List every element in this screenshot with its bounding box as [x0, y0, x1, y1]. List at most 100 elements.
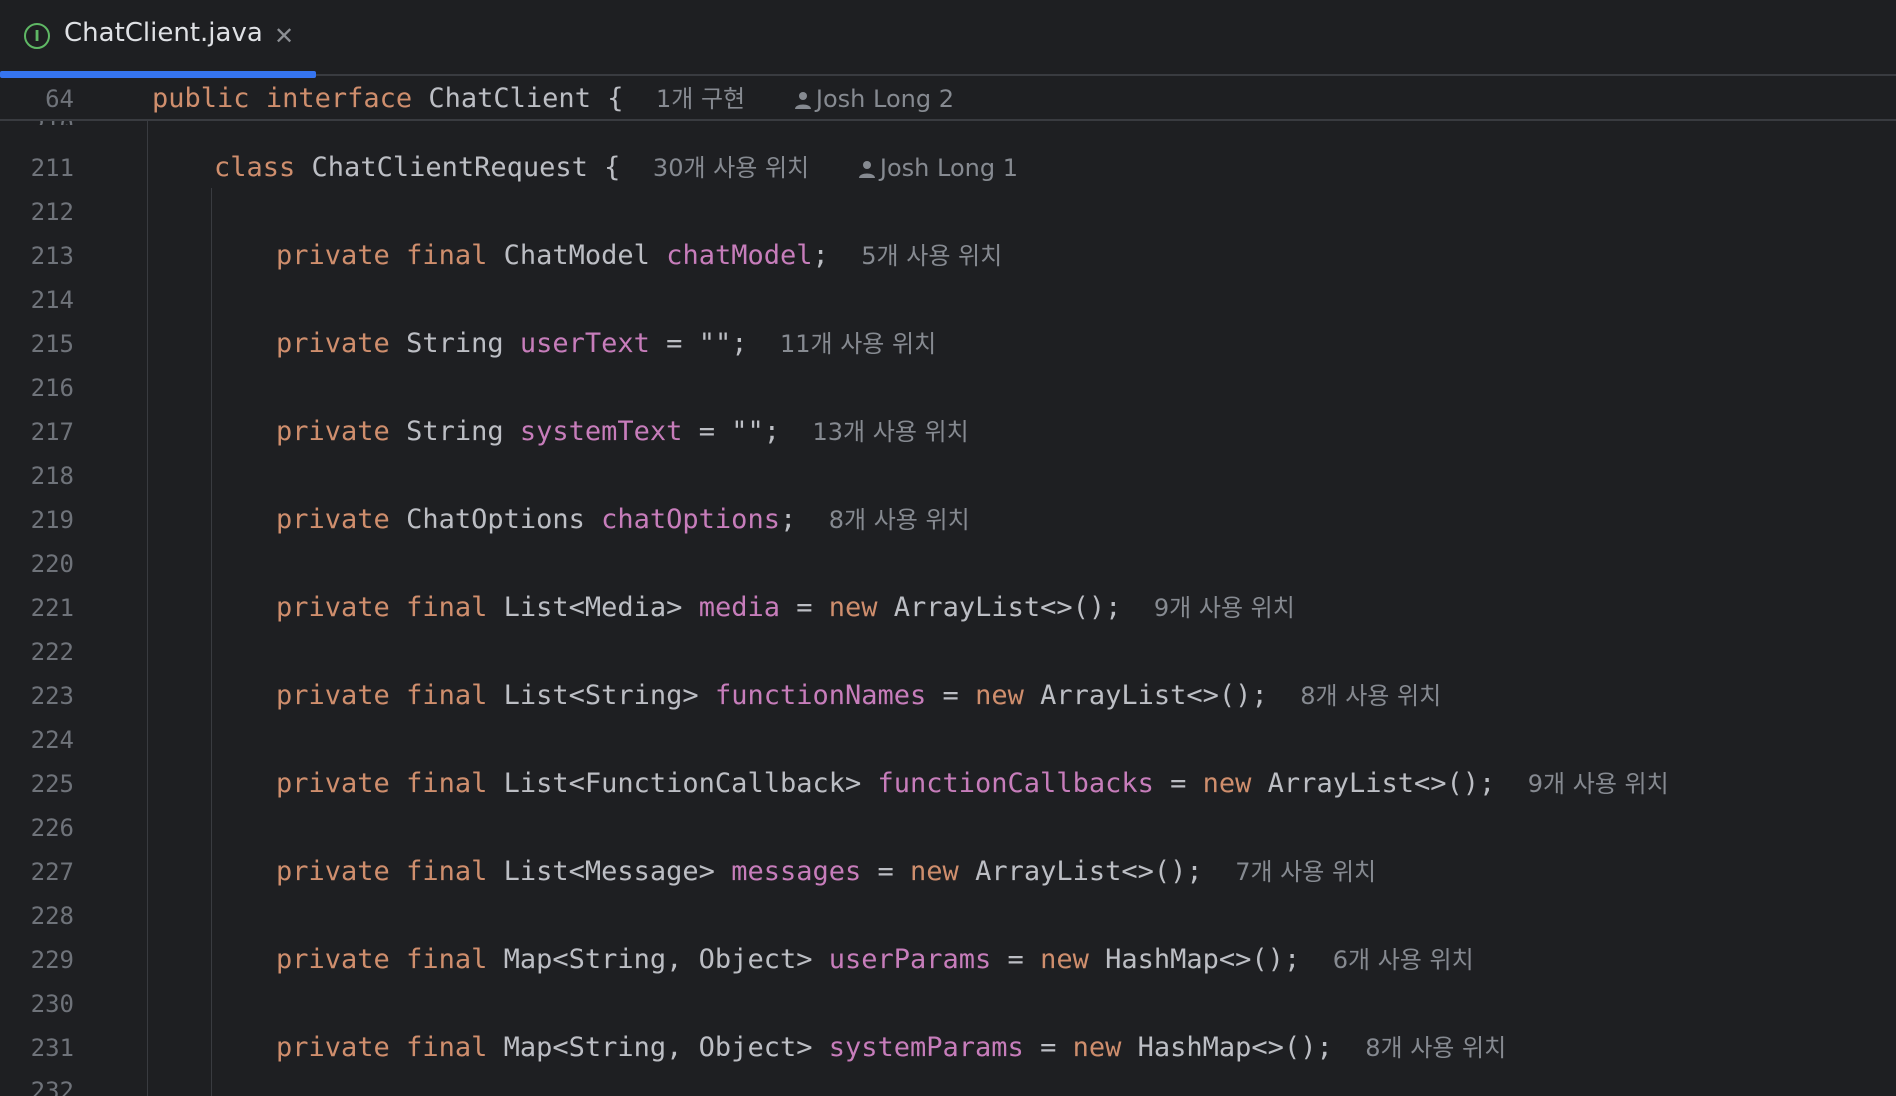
- keyword: new: [1072, 1032, 1122, 1063]
- modifier-keyword: final: [406, 768, 488, 799]
- keyword: class: [214, 152, 296, 183]
- usages-hint[interactable]: 6개 사용 위치: [1333, 946, 1474, 974]
- field-type: ChatOptions: [406, 504, 585, 535]
- semicolon: ;: [1251, 680, 1268, 711]
- line-number: 223: [30, 682, 74, 710]
- modifier-keyword: final: [406, 856, 488, 887]
- line-number: 215: [30, 330, 74, 358]
- modifier-keyword: final: [406, 240, 488, 271]
- semicolon: ;: [779, 504, 797, 535]
- semicolon: ;: [1105, 592, 1122, 623]
- field-type: Map<String, Object>: [503, 1032, 813, 1063]
- keyword: new: [1040, 944, 1089, 975]
- semicolon: ;: [1479, 768, 1496, 799]
- line-number: 229: [30, 946, 74, 974]
- line-number: 216: [30, 374, 74, 402]
- semicolon: ;: [1186, 856, 1203, 887]
- modifier-keyword: final: [406, 1032, 488, 1063]
- line-number: 231: [30, 1034, 74, 1062]
- modifier-keyword: private: [276, 768, 390, 799]
- editor-tab-bar: I ChatClient.java ✕: [0, 0, 1896, 78]
- usages-hint[interactable]: 9개 사용 위치: [1154, 594, 1295, 622]
- line-number: 224: [30, 726, 74, 754]
- field-declaration: private final Map<String, Object> userPa…: [276, 944, 1474, 975]
- line-number: 217: [30, 418, 74, 446]
- tab-chatclient-java[interactable]: I ChatClient.java ✕: [0, 0, 316, 78]
- initializer: ArrayList<>(): [893, 592, 1106, 623]
- field-name: userText: [519, 328, 650, 359]
- author-name: Josh Long 1: [879, 154, 1018, 182]
- line-number: 227: [30, 858, 74, 886]
- field-name: functionNames: [714, 680, 927, 711]
- modifier-keyword: private: [276, 592, 390, 623]
- interface-icon: I: [24, 23, 50, 49]
- line-number: 230: [30, 990, 74, 1018]
- field-declaration: private final Map<String, Object> system…: [276, 1032, 1507, 1063]
- field-declaration: private String userText = ""; 11개 사용 위치: [276, 329, 936, 359]
- field-type: List<FunctionCallback>: [503, 768, 862, 799]
- usages-hint[interactable]: 8개 사용 위치: [1300, 682, 1441, 710]
- line-number: 214: [30, 286, 74, 314]
- type-name: ChatClientRequest {: [311, 152, 621, 183]
- usages-hint[interactable]: 5개 사용 위치: [861, 242, 1002, 270]
- field-type: String: [406, 416, 504, 447]
- line-number: 213: [30, 242, 74, 270]
- field-type: String: [406, 328, 504, 359]
- semicolon: ;: [763, 416, 780, 447]
- modifier-keyword: private: [276, 328, 390, 359]
- initializer: = "": [649, 328, 732, 359]
- usages-hint[interactable]: 30개 사용 위치: [653, 154, 809, 182]
- field-type: List<Message>: [503, 856, 715, 887]
- sticky-scope-header[interactable]: 64 public interface ChatClient { 1개 구현 J…: [0, 78, 1896, 121]
- indent-guide: [147, 121, 148, 1096]
- usages-hint[interactable]: 7개 사용 위치: [1235, 858, 1376, 886]
- close-icon[interactable]: ✕: [272, 22, 296, 50]
- field-name: chatOptions: [601, 504, 780, 535]
- modifier-keyword: private: [276, 1032, 390, 1063]
- keyword: new: [910, 856, 959, 887]
- modifier-keyword: final: [406, 680, 488, 711]
- semicolon: ;: [812, 240, 829, 271]
- field-declaration: private String systemText = ""; 13개 사용 위…: [276, 417, 969, 447]
- field-declaration: private final List<Message> messages = n…: [276, 856, 1377, 887]
- modifier-keyword: private: [276, 504, 390, 535]
- indent-guide: [211, 188, 212, 1096]
- field-name: systemParams: [828, 1032, 1024, 1063]
- usages-hint[interactable]: 8개 사용 위치: [1365, 1034, 1506, 1062]
- keyword: new: [975, 680, 1024, 711]
- field-name: userParams: [828, 944, 992, 975]
- active-tab-indicator: [0, 71, 316, 78]
- line-number: 220: [30, 550, 74, 578]
- modifier-keyword: private: [276, 856, 390, 887]
- semicolon: ;: [731, 328, 748, 359]
- line-number: 219: [30, 506, 74, 534]
- usages-hint[interactable]: 13개 사용 위치: [813, 418, 969, 446]
- field-declaration: private final ChatModel chatModel; 5개 사용…: [276, 241, 1002, 271]
- line-number: 226: [30, 814, 74, 842]
- initializer: HashMap<>(): [1137, 1032, 1317, 1063]
- line-number: 232: [30, 1077, 74, 1096]
- line-number: 218: [30, 462, 74, 490]
- usages-hint[interactable]: 8개 사용 위치: [829, 506, 970, 534]
- line-number: 64: [45, 85, 74, 113]
- field-declaration: private final List<String> functionNames…: [276, 680, 1442, 711]
- field-name: systemText: [519, 416, 683, 447]
- keyword: interface: [265, 83, 413, 114]
- semicolon: ;: [1283, 944, 1301, 975]
- tab-title: ChatClient.java: [64, 18, 263, 48]
- author-hint[interactable]: Josh Long 1: [858, 154, 1018, 182]
- field-type: List<Media>: [503, 592, 683, 623]
- field-type: ChatModel: [503, 240, 650, 271]
- field-declaration: private final List<FunctionCallback> fun…: [276, 768, 1669, 799]
- author-hint[interactable]: Josh Long 2: [794, 85, 954, 113]
- modifier-keyword: private: [276, 944, 390, 975]
- author-name: Josh Long 2: [815, 85, 954, 113]
- usages-hint[interactable]: 9개 사용 위치: [1528, 770, 1669, 798]
- initializer: ArrayList<>(): [1040, 680, 1252, 711]
- field-declaration: private ChatOptions chatOptions; 8개 사용 위…: [276, 505, 970, 535]
- modifier-keyword: final: [406, 592, 488, 623]
- implementations-hint[interactable]: 1개 구현: [656, 85, 745, 113]
- initializer: ArrayList<>(): [975, 856, 1187, 887]
- initializer: = "": [682, 416, 764, 447]
- usages-hint[interactable]: 11개 사용 위치: [780, 330, 936, 358]
